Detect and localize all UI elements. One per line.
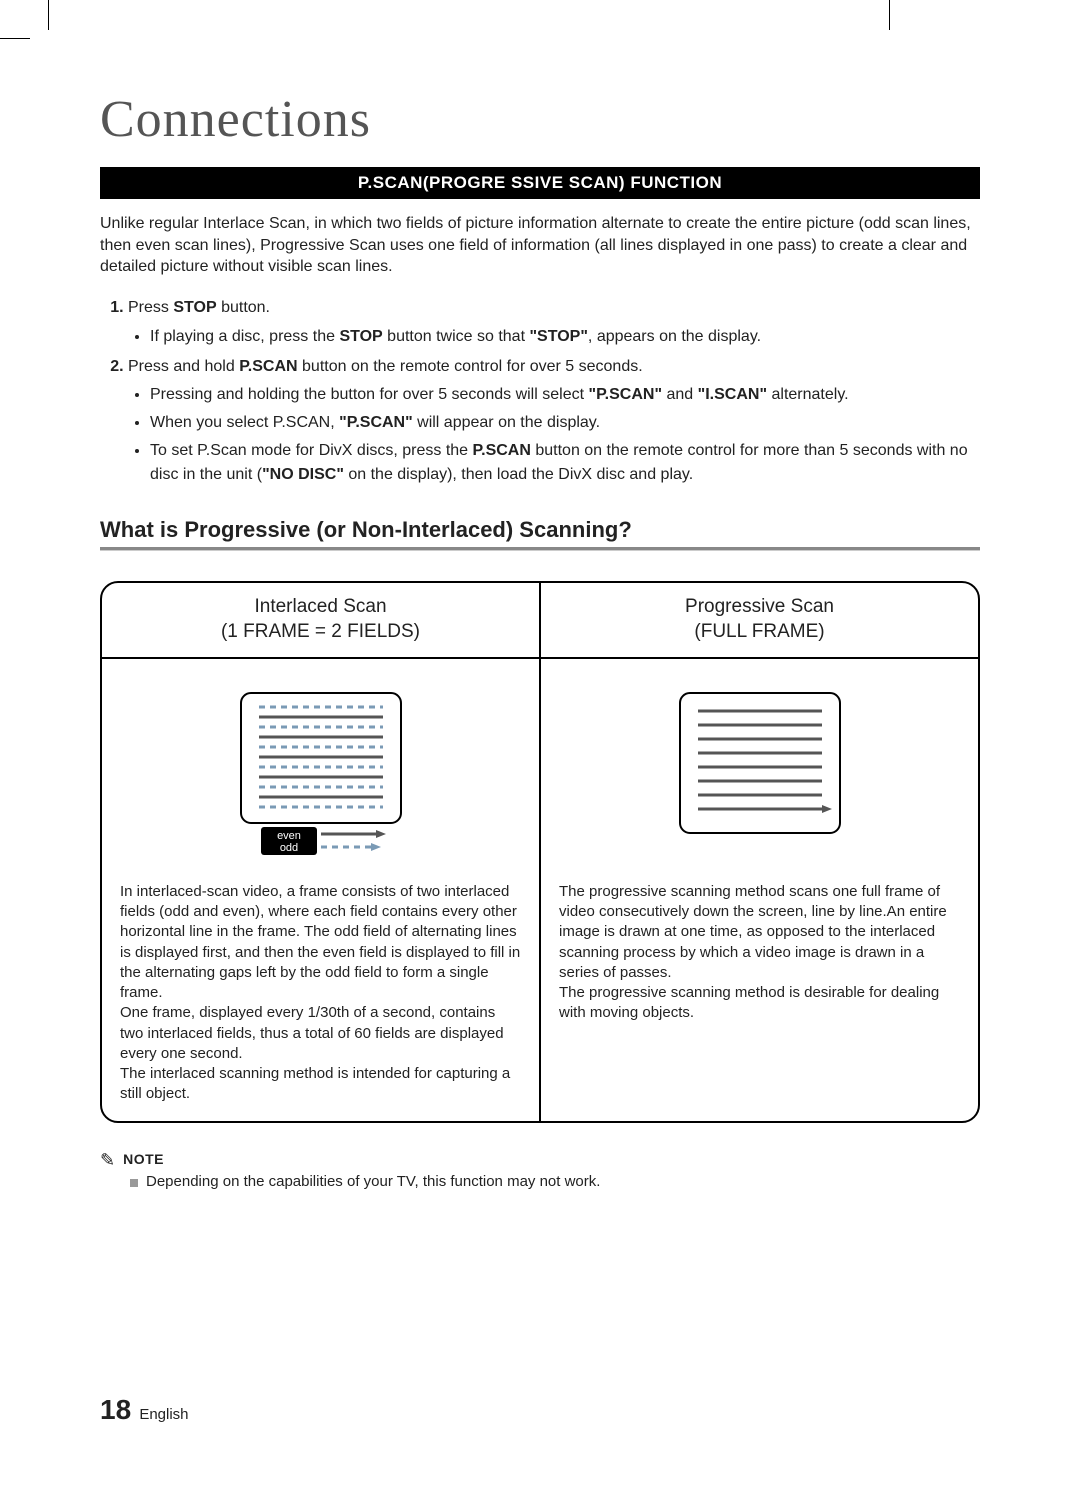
comparison-panel: Interlaced Scan (1 FRAME = 2 FIELDS) Pro… <box>100 581 980 1122</box>
step-1: Press STOP button. If playing a disc, pr… <box>128 296 980 349</box>
divider <box>100 547 980 551</box>
page-number: 18 <box>100 1394 131 1425</box>
step-1-bullet: If playing a disc, press the STOP button… <box>150 325 980 349</box>
progressive-description: The progressive scanning method scans on… <box>559 882 960 1024</box>
section-bar: P.SCAN(PROGRE SSIVE SCAN) FUNCTION <box>100 167 980 199</box>
page-language: English <box>139 1406 188 1423</box>
step-1-sublist: If playing a disc, press the STOP button… <box>128 325 980 349</box>
manual-page: Connections P.SCAN(PROGRE SSIVE SCAN) FU… <box>0 0 1080 1486</box>
step-list: Press STOP button. If playing a disc, pr… <box>100 296 980 488</box>
step-2: Press and hold P.SCAN button on the remo… <box>128 355 980 488</box>
interlaced-cell: even odd In interlaced-scan video, a fra… <box>102 659 541 1121</box>
crop-mark <box>48 0 49 30</box>
crop-mark <box>889 0 890 30</box>
interlaced-diagram: even odd <box>120 687 521 862</box>
intro-paragraph: Unlike regular Interlace Scan, in which … <box>100 213 980 278</box>
svg-text:odd: odd <box>279 842 297 854</box>
step-2-bullet: To set P.Scan mode for DivX discs, press… <box>150 439 980 487</box>
sub-heading: What is Progressive (or Non-Interlaced) … <box>100 517 980 543</box>
step-2-sublist: Pressing and holding the button for over… <box>128 383 980 487</box>
crop-mark <box>0 38 30 39</box>
progressive-heading: Progressive Scan (FULL FRAME) <box>541 583 978 658</box>
page-title: Connections <box>100 90 980 149</box>
note-heading: ✎ NOTE <box>100 1151 980 1169</box>
step-2-bullet: Pressing and holding the button for over… <box>150 383 980 407</box>
page-footer: 18 English <box>100 1394 189 1426</box>
step-2-bullet: When you select P.SCAN, "P.SCAN" will ap… <box>150 411 980 435</box>
interlaced-heading: Interlaced Scan (1 FRAME = 2 FIELDS) <box>102 583 541 658</box>
note-icon: ✎ <box>100 1151 115 1169</box>
interlaced-description: In interlaced-scan video, a frame consis… <box>120 882 521 1105</box>
bullet-square-icon <box>130 1179 138 1187</box>
progressive-diagram <box>559 687 960 862</box>
note-body: Depending on the capabilities of your TV… <box>130 1173 980 1190</box>
progressive-cell: The progressive scanning method scans on… <box>541 659 978 1121</box>
svg-text:even: even <box>277 830 301 842</box>
